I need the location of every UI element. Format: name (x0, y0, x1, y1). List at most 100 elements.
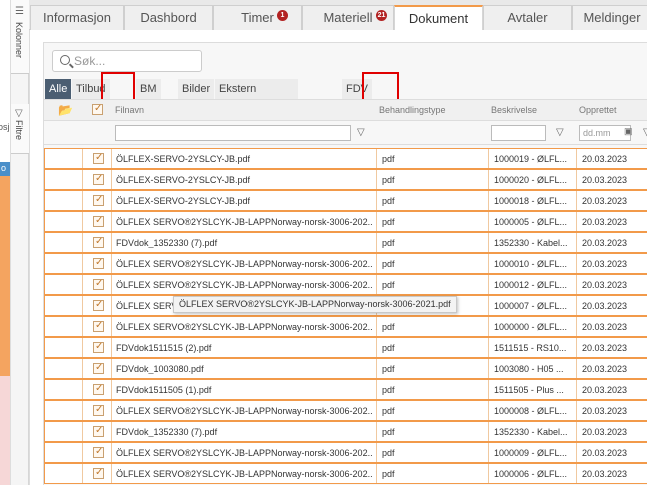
row-filename[interactable]: FDVdok1511515 (2).pdf (116, 343, 372, 353)
row-filename[interactable]: ÖLFLEX SERVO®2YSLCYK-JB-LAPPNorway-norsk… (116, 217, 372, 227)
tab-avtaler[interactable]: Avtaler (483, 5, 572, 30)
table-row[interactable]: ÖLFLEX SERVO®2YSLCYK-JB-LAPPNorway-norsk… (44, 274, 647, 295)
table-row[interactable]: ÖLFLEX SERVO®2YSLCYK-JB-LAPPNorway-norsk… (44, 253, 647, 274)
row-description: 1000008 - ØLFL... (494, 406, 568, 416)
filter-icon: ▽ (15, 108, 23, 119)
row-checkbox[interactable] (93, 278, 104, 290)
row-checkbox[interactable] (93, 215, 104, 227)
row-filename[interactable]: ÖLFLEX SERVO®2YSLCYK-JB-LAPPNorway-norsk… (116, 469, 372, 479)
table-row[interactable]: ÖLFLEX-SERVO-2YSLCY-JB.pdf pdf 1000019 - Ø… (44, 148, 647, 169)
row-created: 20.03.2023 (582, 175, 628, 185)
tab-dokument[interactable]: Dokument (394, 5, 483, 31)
row-checkbox[interactable] (93, 194, 104, 206)
table-row[interactable]: ÖLFLEX SERVO®2YSLCYK-JB-LAPPNorway-norsk… (44, 316, 647, 337)
row-checkbox[interactable] (93, 362, 104, 374)
search-placeholder: Søk... (74, 54, 106, 68)
table-row[interactable]: FDVdok_1352330 (7).pdf pdf 1352330 - Kabel… (44, 421, 647, 442)
description-filter-icon[interactable]: ▽ (556, 127, 564, 138)
table-row[interactable]: FDVdok1511515 (2).pdf pdf 1511515 - RS10..… (44, 337, 647, 358)
tab-dashbord[interactable]: Dashbord (124, 5, 213, 30)
row-created: 20.03.2023 (582, 406, 628, 416)
column-header-filename[interactable]: Filnavn (115, 105, 144, 115)
filename-tooltip: ÖLFLEX SERVO®2YSLCYK-JB-LAPPNorway-norsk… (173, 296, 457, 313)
search-input[interactable]: Søk... (52, 50, 202, 72)
row-filename[interactable]: FDVdok_1352330 (7).pdf (116, 238, 372, 248)
row-filename[interactable]: ÖLFLEX-SERVO-2YSLCY-JB.pdf (116, 196, 372, 206)
row-checkbox[interactable] (93, 404, 104, 416)
row-description: 1000018 - ØLFL... (494, 196, 568, 206)
side-tab-kolonner-label: Kolonner (14, 22, 24, 59)
row-checkbox[interactable] (93, 236, 104, 248)
tab-timer[interactable]: Timer 1 (213, 5, 302, 30)
row-description: 1511505 - Plus ... (494, 385, 564, 395)
tab-informasjon[interactable]: Informasjon (30, 5, 124, 30)
tab-materiell[interactable]: Materiell 21 (302, 5, 394, 30)
side-tab-kolonner[interactable]: ☰ Kolonner (11, 0, 29, 74)
table-row[interactable]: ÖLFLEX-SERVO-2YSLCY-JB.pdf pdf 1000018 - Ø… (44, 190, 647, 211)
row-description: 1000010 - ØLFL... (494, 259, 568, 269)
row-description: 1000000 - ØLFL... (494, 322, 568, 332)
row-description: 1000007 - ØLFL... (494, 301, 568, 311)
row-description: 1000009 - ØLFL... (494, 448, 568, 458)
row-checkbox[interactable] (93, 173, 104, 185)
row-checkbox[interactable] (93, 257, 104, 269)
side-tab-filtre[interactable]: ▽ Filtre (11, 104, 29, 154)
row-filename[interactable]: FDVdok_1003080.pdf (116, 364, 372, 374)
tab-label: Dokument (408, 11, 469, 26)
calendar-icon[interactable]: ▣ (624, 126, 633, 137)
row-filename[interactable]: ÖLFLEX SERVO®2YSLCYK-JB-LAPPNorway-norsk… (116, 280, 372, 290)
row-description: 1003080 - H05 ... (494, 364, 564, 374)
row-treatment: pdf (382, 322, 395, 332)
row-checkbox[interactable] (93, 299, 104, 311)
table-row[interactable]: ÖLFLEX SERVO®2YSLCYK-JB-LAPPNorway-norsk… (44, 442, 647, 463)
row-filename[interactable]: ÖLFLEX SERVO®2YSLCYK-JB-LAPPNorway-norsk… (116, 259, 372, 269)
row-checkbox[interactable] (93, 320, 104, 332)
row-filename[interactable]: ÖLFLEX-SERVO-2YSLCY-JB.pdf (116, 175, 372, 185)
row-filename[interactable]: ÖLFLEX SERVO®2YSLCYK-JB-LAPPNorway-norsk… (116, 322, 372, 332)
filter-tab-ekstern-dokumentasjon[interactable]: Ekstern dokumentasjon (215, 79, 298, 115)
row-filename[interactable]: ÖLFLEX SERVO®2YSLCYK-JB-LAPPNorway-norsk… (116, 448, 372, 458)
row-description: 1000012 - ØLFL... (494, 280, 568, 290)
row-treatment: pdf (382, 259, 395, 269)
row-filename[interactable]: FDVdok1511505 (1).pdf (116, 385, 372, 395)
row-checkbox[interactable] (93, 383, 104, 395)
filter-tab-alle[interactable]: Alle (45, 79, 72, 99)
row-checkbox[interactable] (93, 152, 104, 164)
row-description: 1352330 - Kabel... (494, 427, 568, 437)
table-row[interactable]: FDVdok1511505 (1).pdf pdf 1511505 - Plus .… (44, 379, 647, 400)
table-row[interactable]: ÖLFLEX-SERVO-2YSLCY-JB.pdf pdf 1000020 - Ø… (44, 169, 647, 190)
tab-label: Materiell (323, 10, 373, 25)
date-filter-icon[interactable]: ▽ (643, 127, 647, 138)
tab-label: Timer (241, 10, 274, 25)
filter-tab-bilder[interactable]: Bilder (178, 79, 215, 99)
row-created: 20.03.2023 (582, 196, 628, 206)
column-header-description[interactable]: Beskrivelse (491, 105, 537, 115)
column-header-created[interactable]: Opprettet (579, 105, 617, 115)
table-row[interactable]: FDVdok_1003080.pdf pdf 1003080 - H05 ... 20… (44, 358, 647, 379)
row-checkbox[interactable] (93, 446, 104, 458)
column-header-treatment[interactable]: Behandlingstype (379, 105, 446, 115)
table-row[interactable]: ÖLFLEX SERVO®2YSLCYK-JB-LAPPNorway-norsk… (44, 211, 647, 232)
table-row[interactable]: ÖLFLEX SERVO®2YSLCYK-JB-LAPPNorway-norsk… (44, 400, 647, 421)
row-filename[interactable]: ÖLFLEX SERVO®2YSLCYK-JB-LAPPNorway-norsk… (116, 406, 372, 416)
row-filename[interactable]: FDVdok_1352330 (7).pdf (116, 427, 372, 437)
description-filter-input[interactable] (491, 125, 546, 141)
row-treatment: pdf (382, 217, 395, 227)
row-checkbox[interactable] (93, 467, 104, 479)
grid-header: 📂 Filnavn Behandlingstype Beskrivelse Op… (44, 99, 647, 121)
row-treatment: pdf (382, 364, 395, 374)
row-treatment: pdf (382, 448, 395, 458)
row-treatment: pdf (382, 469, 395, 479)
table-row[interactable]: FDVdok_1352330 (7).pdf pdf 1352330 - Kabel… (44, 232, 647, 253)
row-checkbox[interactable] (93, 425, 104, 437)
filter-tab-bm[interactable]: BM (1) (136, 79, 161, 115)
row-treatment: pdf (382, 406, 395, 416)
filename-filter-icon[interactable]: ▽ (357, 127, 365, 138)
tab-meldinger[interactable]: Meldinger (572, 5, 647, 30)
row-filename[interactable]: ÖLFLEX-SERVO-2YSLCY-JB.pdf (116, 154, 372, 164)
select-all-checkbox[interactable] (92, 103, 103, 115)
filename-filter-input[interactable] (115, 125, 351, 141)
row-checkbox[interactable] (93, 341, 104, 353)
table-row[interactable]: ÖLFLEX SERVO®2YSLCYK-JB-LAPPNorway-norsk… (44, 463, 647, 484)
document-content: Søk... Alle Tilbud (12) BM (1) Bilder Ek… (29, 30, 647, 485)
